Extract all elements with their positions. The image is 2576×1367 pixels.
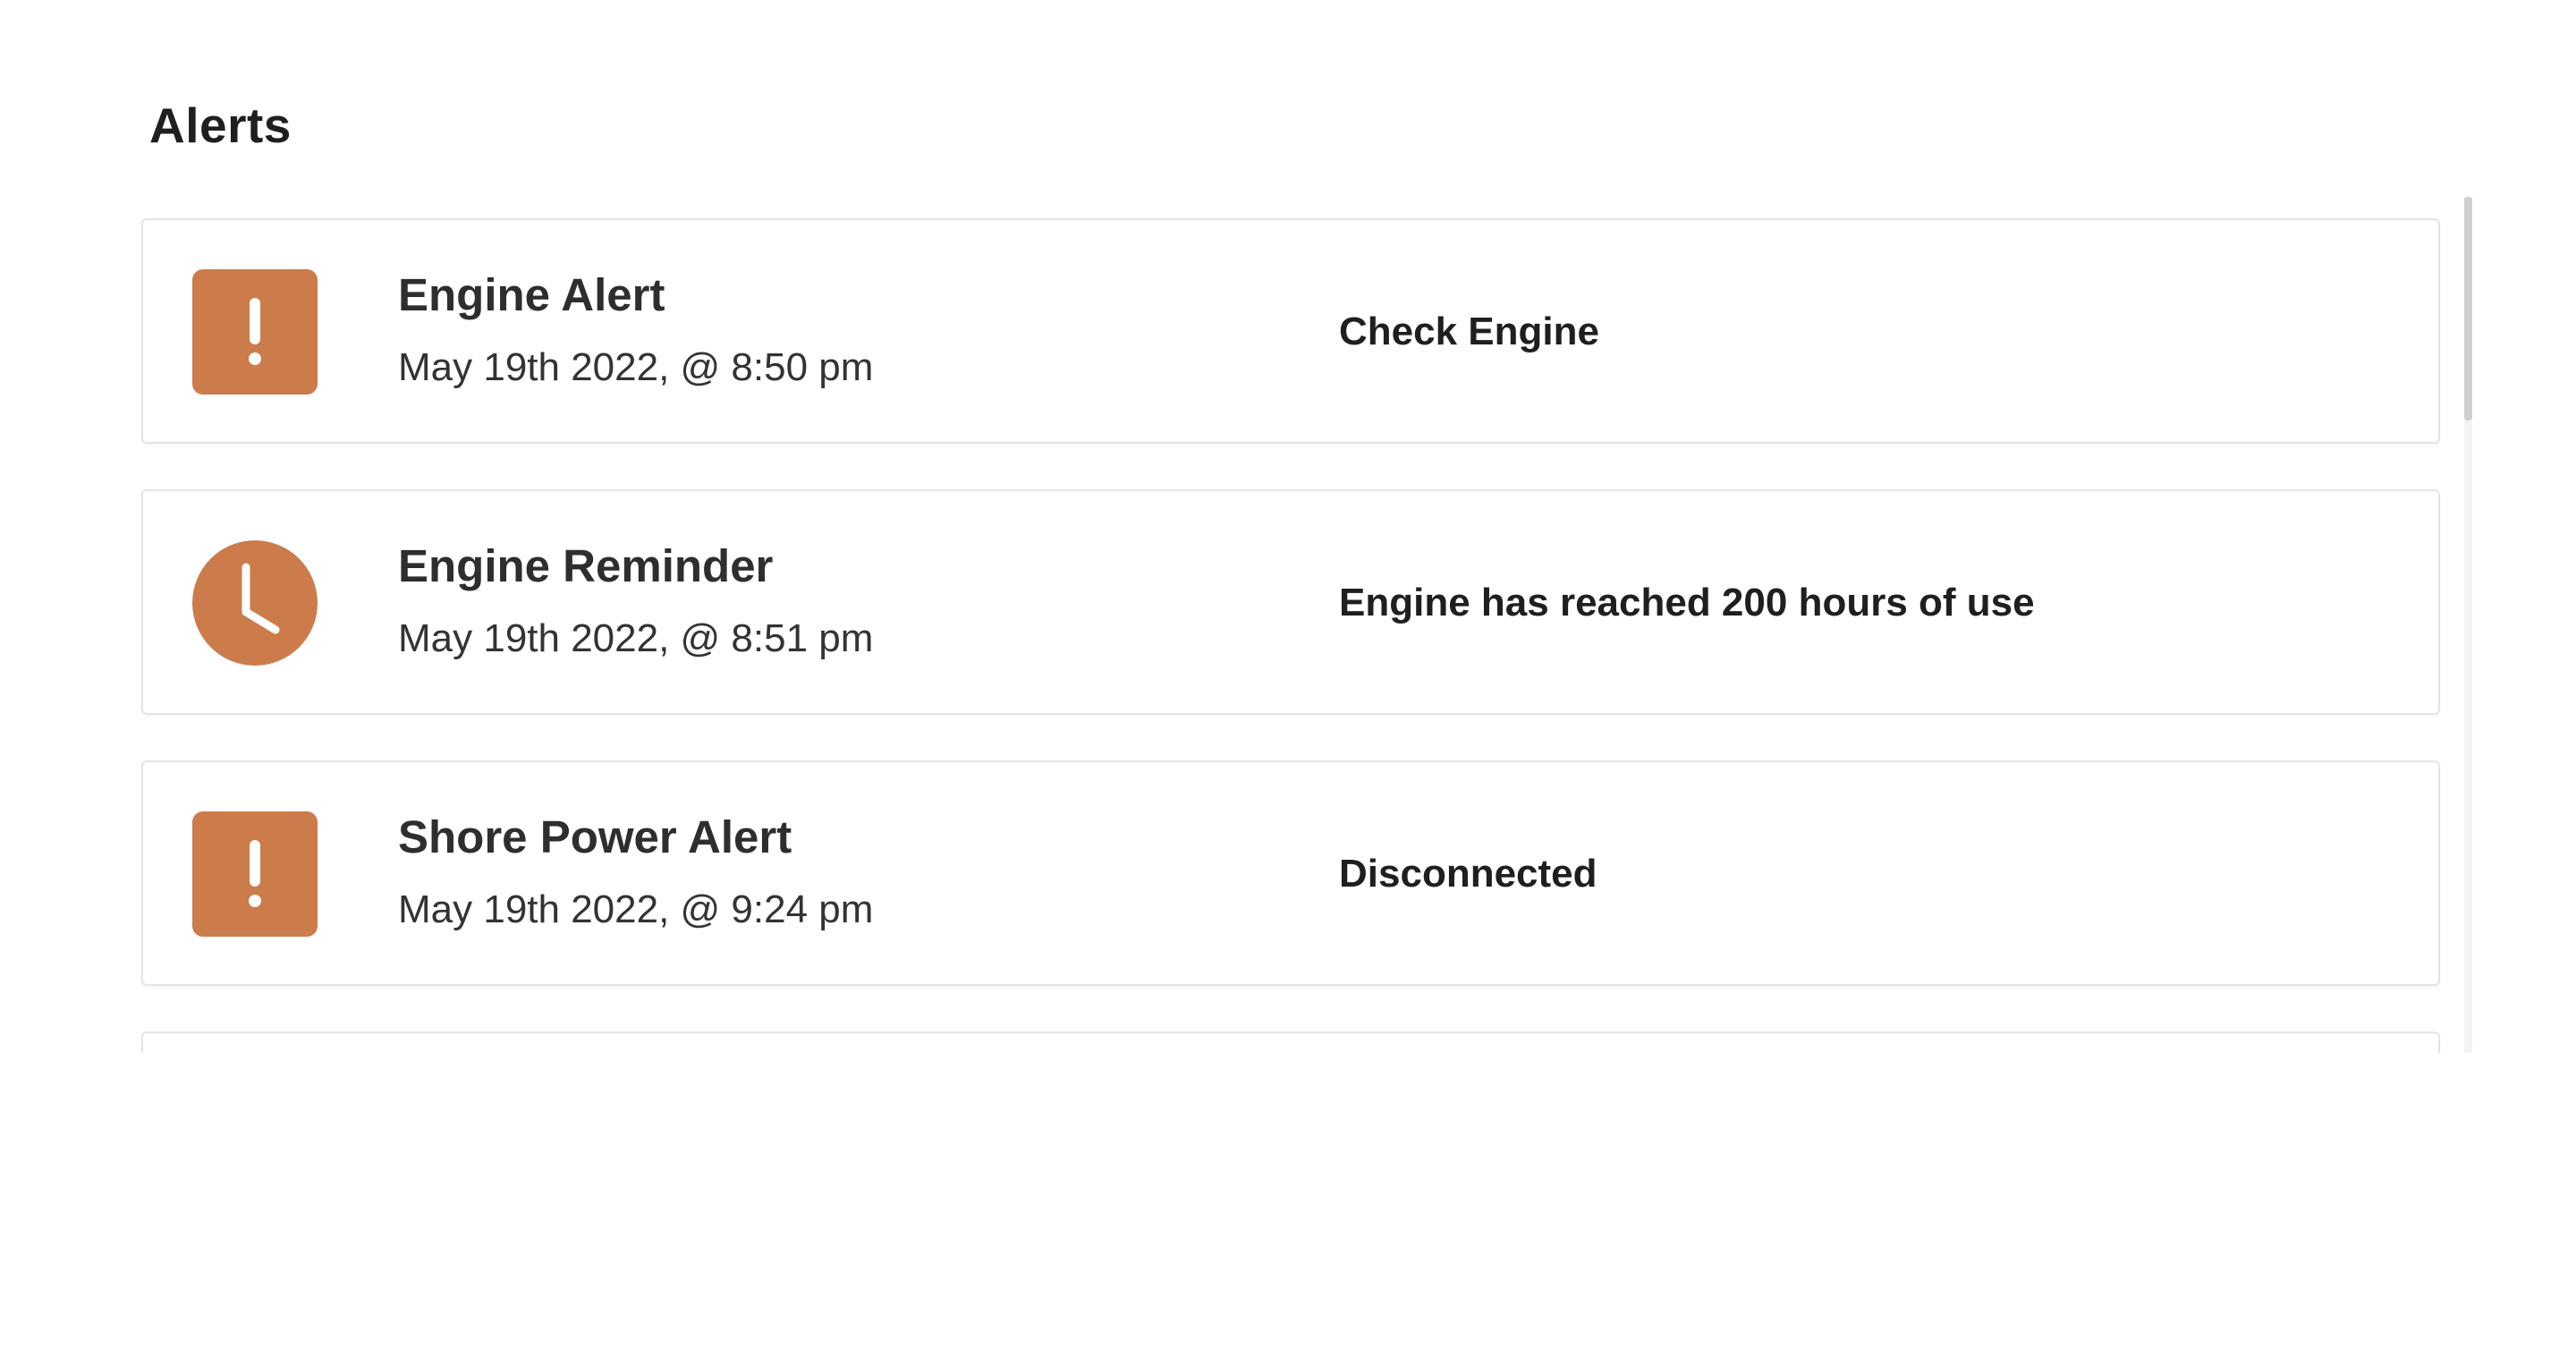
alert-timestamp: May 19th 2022, @ 9:24 pm — [398, 887, 874, 931]
alert-title: Shore Power Alert — [398, 811, 792, 862]
alerts-scrollbar-thumb[interactable] — [2464, 197, 2472, 420]
alert-message: Check Engine — [1339, 310, 1599, 353]
alerts-page: Alerts Engine Alert May 19th 2022, @ 8:5… — [0, 0, 2576, 1367]
clock-icon — [192, 540, 318, 666]
alert-timestamp: May 19th 2022, @ 8:51 pm — [398, 616, 874, 660]
alert-card-partial[interactable] — [141, 1032, 2440, 1053]
alert-card-shore-power-alert[interactable]: Shore Power Alert May 19th 2022, @ 9:24 … — [141, 760, 2440, 986]
alert-message: Engine has reached 200 hours of use — [1339, 581, 2035, 624]
alert-card-engine-reminder[interactable]: Engine Reminder May 19th 2022, @ 8:51 pm… — [141, 489, 2440, 715]
page-title: Alerts — [149, 98, 292, 153]
alert-card-engine-alert[interactable]: Engine Alert May 19th 2022, @ 8:50 pm Ch… — [141, 218, 2440, 444]
alerts-list[interactable]: Engine Alert May 19th 2022, @ 8:50 pm Ch… — [140, 199, 2460, 1053]
alert-timestamp: May 19th 2022, @ 8:50 pm — [398, 345, 874, 389]
exclamation-icon — [192, 811, 318, 937]
alert-title: Engine Reminder — [398, 540, 774, 591]
alert-title: Engine Alert — [398, 269, 665, 320]
exclamation-icon — [192, 269, 318, 395]
alert-message: Disconnected — [1339, 852, 1597, 896]
